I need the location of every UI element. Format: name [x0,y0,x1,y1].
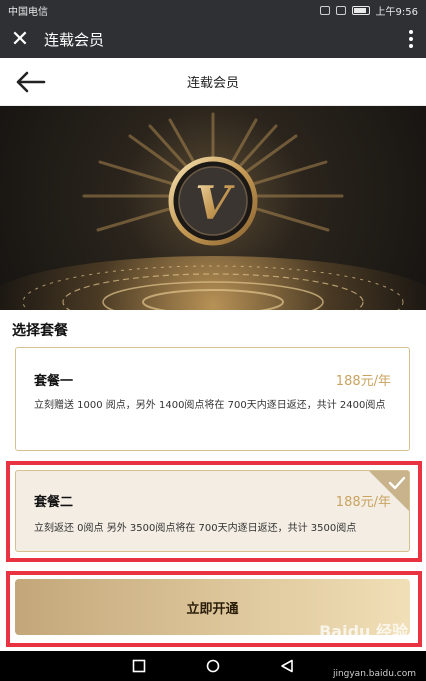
section-title: 选择套餐 [12,323,68,339]
carrier-label: 中国电信 [8,6,48,18]
recents-icon[interactable] [132,659,146,673]
system-nav-bar: jingyan.baidu.com [0,651,426,681]
highlight-box-plan [6,461,422,562]
page-title: 连载会员 [186,76,239,91]
status-bar: 中国电信 上午9:56 [0,0,426,20]
home-icon[interactable] [206,659,220,673]
close-icon[interactable]: ✕ [2,20,38,58]
vip-emblem-letter: V [195,176,235,230]
mute-icon [319,5,330,15]
plan-description: 立刻赠送 1000 阅点，另外 1400阅点将在 700天内逐日返还，共计 24… [34,400,386,411]
banner-art: V [0,106,426,310]
watermark-url: jingyan.baidu.com [332,669,416,679]
signal-icon [335,5,346,15]
app-bar: ✕ 连载会员 [0,20,426,58]
status-icons: 上午9:56 [319,3,418,18]
battery-icon [351,5,370,15]
clock-label: 上午9:56 [375,6,418,18]
arrow-left-icon[interactable] [14,70,46,94]
vip-banner: V [0,106,426,310]
app-title: 连载会员 [44,30,105,49]
plan-name: 套餐一 [34,374,74,389]
back-triangle-icon[interactable] [280,659,294,673]
plan-price: 188元/年 [335,374,391,389]
more-vertical-icon[interactable] [396,20,426,58]
page-header: 连载会员 [0,58,426,106]
plan-card-1[interactable]: 套餐一 188元/年 立刻赠送 1000 阅点，另外 1400阅点将在 700天… [15,347,410,451]
baidu-jingyan-logo: Baidu 经验 [319,622,408,641]
